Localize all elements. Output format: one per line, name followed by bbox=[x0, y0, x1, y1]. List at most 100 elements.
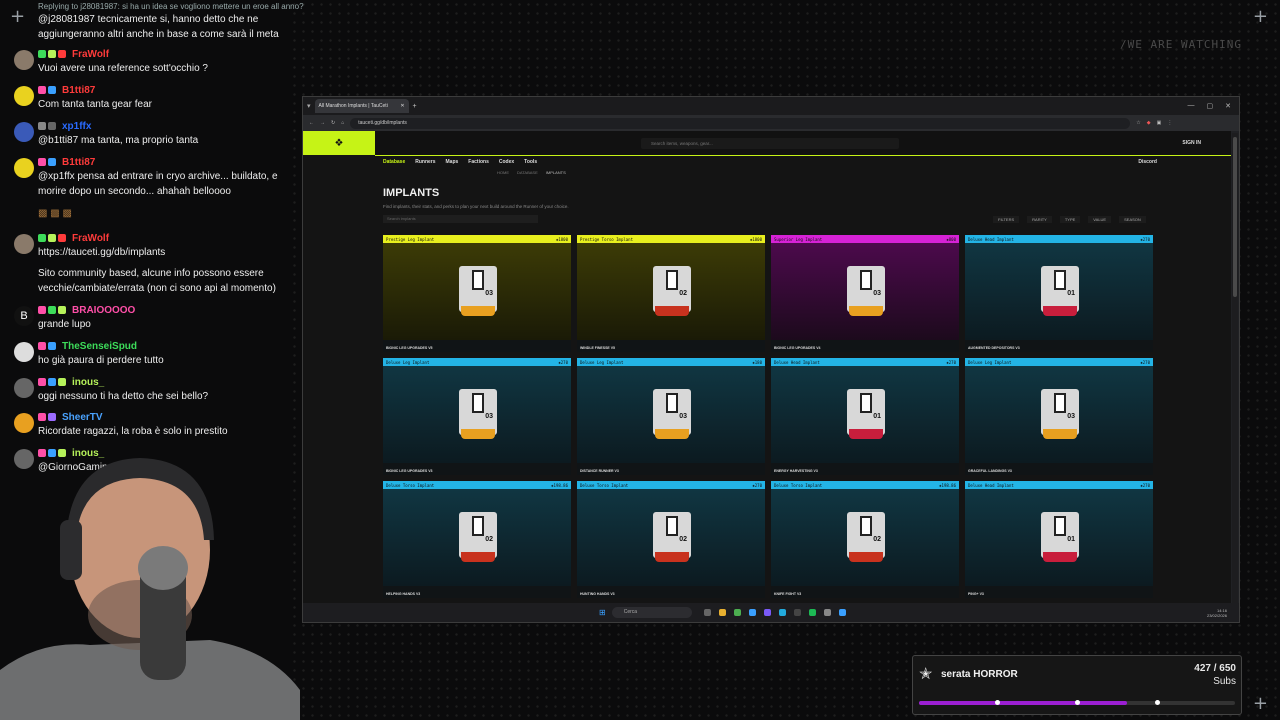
nav-maps[interactable]: Maps bbox=[446, 159, 459, 165]
implant-card[interactable]: Deluxe Torso Implant ◈270 02 HUNTING HAN… bbox=[577, 481, 765, 598]
home-icon[interactable]: ⌂ bbox=[341, 120, 344, 126]
type-filter[interactable]: TYPE bbox=[1059, 216, 1081, 223]
taskbar-clock[interactable]: 14:16 23/02/2026 bbox=[1207, 608, 1227, 618]
card-price: ◈800 bbox=[946, 236, 956, 242]
card-art: 03 bbox=[771, 243, 959, 340]
nav-tools[interactable]: Tools bbox=[524, 159, 537, 165]
maximize-icon[interactable]: ▢ bbox=[1207, 102, 1214, 110]
avatar bbox=[14, 342, 34, 362]
bookmark-star-icon[interactable]: ☆ bbox=[1136, 120, 1140, 126]
card-price: ◈270 bbox=[1140, 236, 1150, 242]
username[interactable]: B1tti87 bbox=[62, 85, 95, 96]
card-art: 01 bbox=[965, 489, 1153, 586]
crumb-home[interactable]: HOME bbox=[497, 170, 509, 175]
spotify-icon[interactable] bbox=[808, 609, 816, 616]
implant-card[interactable]: Deluxe Torso Implant ◈198.86 02 KNIFE FI… bbox=[771, 481, 959, 598]
card-price: ◈270 bbox=[558, 359, 568, 365]
runner-figure-icon bbox=[666, 516, 678, 536]
username[interactable]: BRAIOOOOO bbox=[72, 305, 135, 316]
taskbar-search[interactable]: Cerca bbox=[611, 607, 692, 618]
value-filter[interactable]: VALUE bbox=[1088, 216, 1112, 223]
crosshair-icon: + bbox=[1252, 6, 1268, 27]
card-price: ◈270 bbox=[1140, 482, 1150, 488]
username[interactable]: xp1ffx bbox=[62, 121, 91, 132]
implant-card[interactable]: Deluxe Torso Implant ◈198.86 02 HELPING … bbox=[383, 481, 571, 598]
extension-icon[interactable]: ◆ bbox=[1147, 120, 1151, 126]
implant-icon: 02 bbox=[653, 512, 691, 562]
username[interactable]: inous_ bbox=[72, 377, 104, 388]
sign-in-button[interactable]: SIGN IN bbox=[1182, 140, 1201, 146]
username[interactable]: FraWolf bbox=[72, 233, 109, 244]
app-icon[interactable] bbox=[778, 609, 786, 616]
filter-bar: FILTERS RARITY TYPE VALUE SEASON bbox=[993, 216, 1146, 223]
app-icon[interactable] bbox=[793, 609, 801, 616]
app-icon[interactable] bbox=[703, 609, 711, 616]
minimize-icon[interactable]: — bbox=[1188, 102, 1195, 110]
reply-notice: Replying to j28081987: si ha un idea se … bbox=[38, 2, 304, 11]
implant-base bbox=[849, 306, 883, 316]
app-icon[interactable] bbox=[823, 609, 831, 616]
app-icon[interactable] bbox=[763, 609, 771, 616]
url-field[interactable]: tauceti.gg/db/implants bbox=[350, 117, 1131, 129]
implant-card[interactable]: Deluxe Head Implant ◈270 01 PING+ V3 bbox=[965, 481, 1153, 598]
username[interactable]: B1tti87 bbox=[62, 157, 95, 168]
nav-database[interactable]: Database bbox=[383, 159, 405, 165]
implant-card[interactable]: Prestige Torso Implant ◈1800 02 WINDLE F… bbox=[577, 235, 765, 352]
app-icon[interactable] bbox=[838, 609, 846, 616]
message-text: Ricordate ragazzi, la roba è solo in pre… bbox=[38, 426, 228, 437]
scrollbar[interactable] bbox=[1232, 133, 1238, 603]
forward-icon[interactable]: → bbox=[320, 120, 325, 126]
browser-tab[interactable]: All Marathon Implants | TauCeti ✕ bbox=[314, 99, 409, 113]
season-filter[interactable]: SEASON bbox=[1119, 216, 1146, 223]
new-tab-button[interactable]: + bbox=[413, 103, 417, 110]
app-icon[interactable] bbox=[748, 609, 756, 616]
close-tab-icon[interactable]: ✕ bbox=[400, 103, 404, 109]
username[interactable]: TheSenseiSpud bbox=[62, 341, 137, 352]
menu-dots-icon[interactable]: ⋮ bbox=[1167, 120, 1172, 126]
implant-card[interactable]: Prestige Leg Implant ◈1800 03 BIONIC LEG… bbox=[383, 235, 571, 352]
implant-base bbox=[461, 306, 495, 316]
nav-codex[interactable]: Codex bbox=[499, 159, 514, 165]
card-type: Deluxe Torso Implant bbox=[580, 482, 629, 488]
implant-card[interactable]: Deluxe Head Implant ◈270 01 ENERGY HARVE… bbox=[771, 358, 959, 475]
nav-runners[interactable]: Runners bbox=[415, 159, 435, 165]
site-logo[interactable]: ❖ bbox=[303, 131, 375, 155]
message-text: oggi nessuno ti ha detto che sei bello? bbox=[38, 391, 209, 402]
card-type: Deluxe Leg Implant bbox=[386, 359, 430, 365]
site-search-input[interactable]: Search items, weapons, gear... bbox=[641, 137, 899, 149]
implant-card[interactable]: Deluxe Head Implant ◈270 01 AUGMENTED DE… bbox=[965, 235, 1153, 352]
implant-card[interactable]: Deluxe Leg Implant ◈270 03 BIONIC LEG UP… bbox=[383, 358, 571, 475]
rarity-filter[interactable]: RARITY bbox=[1027, 216, 1052, 223]
implant-card[interactable]: Superior Leg Implant ◈800 03 BIONIC LEG … bbox=[771, 235, 959, 352]
tab-bar: ▾ All Marathon Implants | TauCeti ✕ + — … bbox=[303, 97, 1239, 115]
implant-search-input[interactable]: Search implants bbox=[383, 215, 538, 223]
reload-icon[interactable]: ↻ bbox=[331, 120, 335, 126]
card-price: ◈198.86 bbox=[551, 482, 568, 488]
implant-icon: 03 bbox=[653, 389, 691, 439]
filters-button[interactable]: FILTERS bbox=[993, 216, 1020, 223]
implant-grid: Prestige Leg Implant ◈1800 03 BIONIC LEG… bbox=[383, 235, 1153, 598]
username[interactable]: FraWolf bbox=[72, 49, 109, 60]
extensions-icon[interactable]: ▣ bbox=[1157, 120, 1162, 126]
implant-base bbox=[461, 552, 495, 562]
avatar bbox=[14, 86, 34, 106]
chat-link[interactable]: https://tauceti.gg/db/implants bbox=[38, 245, 294, 260]
runner-figure-icon bbox=[860, 393, 872, 413]
close-window-icon[interactable]: ✕ bbox=[1225, 102, 1231, 110]
start-icon[interactable]: ⊞ bbox=[599, 608, 606, 617]
tab-menu-icon[interactable]: ▾ bbox=[307, 102, 311, 110]
implant-card[interactable]: Deluxe Leg Implant ◈270 03 GRACEFUL LAND… bbox=[965, 358, 1153, 475]
crumb-database[interactable]: DATABASE bbox=[517, 170, 538, 175]
username[interactable]: SheerTV bbox=[62, 412, 103, 423]
chrome-icon[interactable] bbox=[733, 609, 741, 616]
goal-progress-fill bbox=[919, 701, 1127, 705]
nav-factions[interactable]: Factions bbox=[468, 159, 489, 165]
milestone-marker bbox=[1155, 700, 1160, 705]
implant-card[interactable]: Deluxe Leg Implant ◈180 03 DISTANCE RUNN… bbox=[577, 358, 765, 475]
back-icon[interactable]: ← bbox=[309, 120, 314, 126]
explorer-icon[interactable] bbox=[718, 609, 726, 616]
card-header: Superior Leg Implant ◈800 bbox=[771, 235, 959, 243]
milestone-marker bbox=[995, 700, 1000, 705]
card-type: Prestige Leg Implant bbox=[386, 236, 435, 242]
discord-link[interactable]: Discord bbox=[1138, 159, 1157, 165]
